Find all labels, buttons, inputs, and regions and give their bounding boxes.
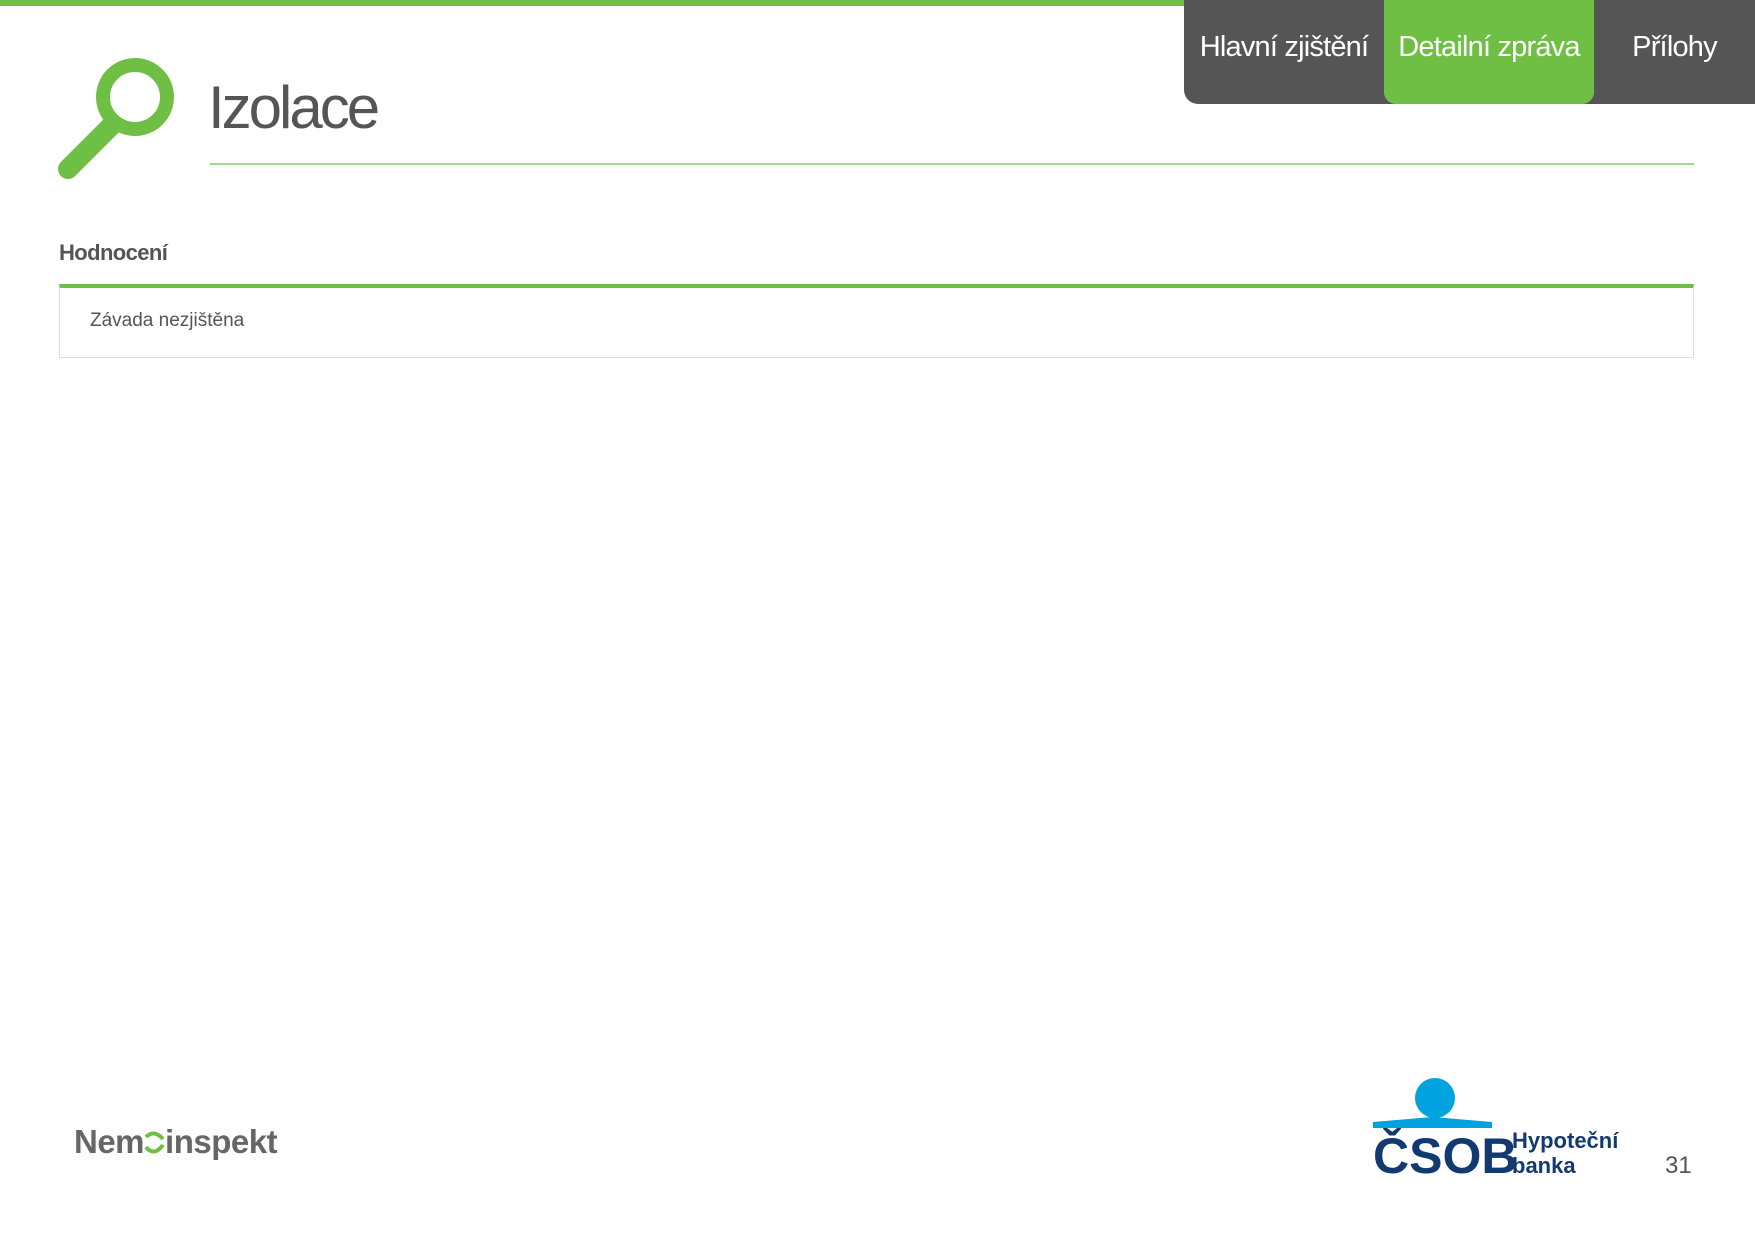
tab-attachments[interactable]: Přílohy [1594,0,1755,104]
nemoinspekt-o-mark [144,1131,165,1154]
csob-bank-line2: banka [1512,1153,1576,1178]
nemoinspekt-logo: Nem inspekt [74,1123,278,1160]
csob-bank-line1: Hypoteční [1512,1128,1619,1153]
csob-bank-name: Hypoteční banka [1512,1128,1618,1178]
evaluation-value: Závada nezjištěna [90,310,245,331]
top-accent-line [0,0,1200,6]
tab-detailed-report[interactable]: Detailní zpráva [1384,0,1594,104]
svg-text:ČSOB: ČSOB [1373,1127,1517,1180]
evaluation-box: Závada nezjištěna [59,284,1694,358]
magnifier-icon [58,58,174,179]
top-navigation: Hlavní zjištění Detailní zpráva Přílohy [1184,0,1755,104]
page-title: Izolace [208,74,380,141]
title-divider [210,163,1694,165]
tab-main-findings[interactable]: Hlavní zjištění [1184,0,1384,104]
section-label-evaluation: Hodnocení [59,240,168,265]
page-number: 31 [1665,1152,1692,1179]
